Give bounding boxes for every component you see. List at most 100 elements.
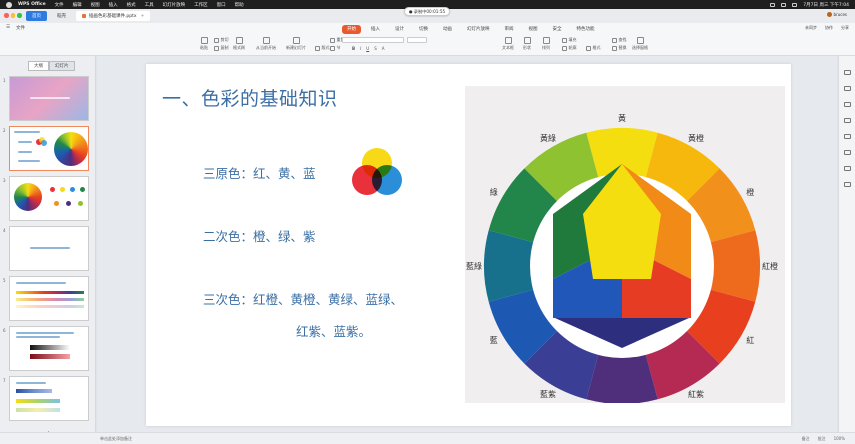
tab-design[interactable]: 设计 — [390, 25, 409, 34]
slide-thumbnail-6[interactable] — [9, 326, 89, 371]
font-color-icon[interactable]: A — [382, 46, 385, 51]
animation-icon[interactable] — [844, 102, 851, 107]
menu-slideshow[interactable]: 幻灯片放映 — [163, 2, 186, 8]
underline-icon[interactable]: U — [366, 46, 369, 51]
slide-thumbnail-1[interactable] — [9, 76, 89, 121]
tab-start[interactable]: 开始 — [342, 24, 361, 34]
format-painter-label: 格式刷 — [233, 45, 245, 50]
new-tab-icon[interactable]: + — [141, 14, 145, 19]
status-right: 备注 批注 100% — [794, 436, 845, 442]
slide-thumbnail-3[interactable] — [9, 176, 89, 221]
current-slide[interactable]: 一、色彩的基础知识 三原色：红、黄、蓝 二次色：橙、绿、紫 三次色：红橙、黄橙、… — [146, 64, 791, 426]
tab-document[interactable]: 插画色彩基础课件.pptx + — [76, 11, 151, 21]
font-size-select[interactable] — [407, 37, 427, 43]
status-bar: 单击此处添加备注 备注 批注 100% — [0, 432, 855, 444]
menu-view[interactable]: 视图 — [91, 2, 100, 8]
hamburger-menu-icon[interactable]: ☰ — [6, 25, 10, 31]
collaborate-button[interactable]: 协作 — [825, 25, 833, 31]
menubar-datetime[interactable]: 7月7日 周三 下午7:04 — [803, 2, 849, 8]
font-family-select[interactable] — [342, 37, 404, 43]
slide-number-7: 7 — [3, 378, 6, 383]
property-icon[interactable] — [844, 70, 851, 75]
primary-colors-venn[interactable] — [346, 144, 408, 206]
bold-icon[interactable]: B — [352, 46, 355, 51]
italic-icon[interactable]: I — [360, 46, 361, 51]
apple-icon[interactable] — [6, 1, 12, 8]
slides-view-tab[interactable]: 幻灯片 — [49, 61, 75, 71]
text-style-buttons[interactable]: BIUSA — [352, 46, 384, 51]
tab-slideshow[interactable]: 幻灯片放映 — [462, 25, 495, 34]
menu-edit[interactable]: 编辑 — [73, 2, 82, 8]
replace-button[interactable]: 替换 — [612, 45, 627, 51]
find-button[interactable]: 查找 — [612, 37, 627, 43]
tab-template[interactable]: 稻壳 — [51, 11, 72, 21]
outline-view-tab[interactable]: 大纲 — [28, 61, 49, 71]
primary-colors-text[interactable]: 三原色：红、黄、蓝 — [203, 163, 316, 182]
shape-button[interactable]: 形状 — [523, 37, 531, 51]
sidebar-tool-icon[interactable] — [844, 150, 851, 155]
textbox-button[interactable]: 文本框 — [502, 37, 514, 51]
design-icon[interactable] — [844, 86, 851, 91]
menu-help[interactable]: 帮助 — [235, 2, 244, 8]
sidebar-tool-icon[interactable] — [844, 166, 851, 171]
wifi-icon[interactable] — [781, 2, 787, 7]
format-painter-button[interactable]: 格式刷 — [233, 37, 245, 51]
tab-view[interactable]: 视图 — [524, 25, 543, 34]
select-pane-button[interactable]: 选择窗格 — [632, 37, 648, 51]
recording-indicator[interactable]: ● 录制中00:01:55 — [404, 7, 450, 16]
menu-app-name[interactable]: WPS Office — [18, 2, 46, 7]
menu-insert[interactable]: 插入 — [109, 2, 118, 8]
menu-workspace[interactable]: 工作区 — [194, 2, 208, 8]
notes-placeholder[interactable]: 单击此处添加备注 — [100, 436, 132, 442]
slide-thumbnail-4[interactable] — [9, 226, 89, 271]
tertiary-colors-text-2[interactable]: 红紫、蓝紫。 — [296, 321, 371, 340]
menu-file[interactable]: 文件 — [55, 2, 64, 8]
copy-button[interactable]: 复制 — [214, 45, 229, 51]
tab-animation[interactable]: 动画 — [438, 25, 457, 34]
slide-thumbnail-2[interactable] — [9, 126, 89, 171]
file-menu-button[interactable]: 文件 — [16, 25, 25, 31]
secondary-colors-text[interactable]: 二次色：橙、绿、紫 — [203, 226, 316, 245]
tab-review[interactable]: 审阅 — [500, 25, 519, 34]
slide-thumbnail-7[interactable] — [9, 376, 89, 421]
thumb-color-wheel — [54, 132, 88, 166]
battery-icon[interactable] — [770, 2, 776, 7]
strikethrough-icon[interactable]: S — [374, 46, 377, 51]
tab-features[interactable]: 特色功能 — [572, 25, 600, 34]
close-window-icon[interactable] — [4, 13, 9, 18]
sidebar-tool-icon[interactable] — [844, 182, 851, 187]
menu-window[interactable]: 窗口 — [217, 2, 226, 8]
cut-button[interactable]: 剪切 — [214, 37, 229, 43]
tab-transition[interactable]: 切换 — [414, 25, 433, 34]
slide-thumbnail-5[interactable] — [9, 276, 89, 321]
slide-title[interactable]: 一、色彩的基础知识 — [162, 84, 338, 111]
notes-toggle[interactable]: 备注 — [802, 436, 810, 442]
tertiary-colors-text[interactable]: 三次色：红橙、黄橙、黄绿、蓝绿、 — [203, 289, 403, 308]
control-center-icon[interactable] — [792, 2, 798, 7]
format-button[interactable]: 格式 — [586, 45, 601, 51]
menu-format[interactable]: 格式 — [127, 2, 136, 8]
sidebar-tool-icon[interactable] — [844, 134, 851, 139]
paste-button[interactable]: 粘贴 — [200, 37, 208, 51]
layout-button[interactable]: 版式 — [315, 45, 330, 51]
user-account[interactable]: bruces — [826, 12, 847, 17]
comments-toggle[interactable]: 批注 — [818, 436, 826, 442]
zoom-window-icon[interactable] — [17, 13, 22, 18]
thumb-color-bar — [16, 389, 52, 393]
tab-security[interactable]: 安全 — [548, 25, 567, 34]
sync-status[interactable]: 未同步 — [805, 25, 817, 31]
sidebar-tool-icon[interactable] — [844, 118, 851, 123]
tab-home[interactable]: 首页 — [26, 11, 47, 21]
arrange-button[interactable]: 排列 — [542, 37, 550, 51]
tab-insert[interactable]: 插入 — [366, 25, 385, 34]
new-slide-button[interactable]: 新建幻灯片 — [286, 37, 306, 51]
fill-button[interactable]: 填充 — [562, 37, 577, 43]
play-from-current-button[interactable]: 从当前开始 — [256, 37, 276, 51]
minimize-window-icon[interactable] — [10, 13, 15, 18]
section-button[interactable]: 节 — [330, 45, 341, 51]
outline-button[interactable]: 轮廓 — [562, 45, 577, 51]
color-wheel-image[interactable]: 黃黃橙橙紅橙紅紅紫紫藍紫藍藍綠綠黃綠 — [465, 86, 785, 403]
zoom-level[interactable]: 100% — [834, 436, 845, 442]
menu-tools[interactable]: 工具 — [145, 2, 154, 8]
share-button[interactable]: 分享 — [841, 25, 849, 31]
